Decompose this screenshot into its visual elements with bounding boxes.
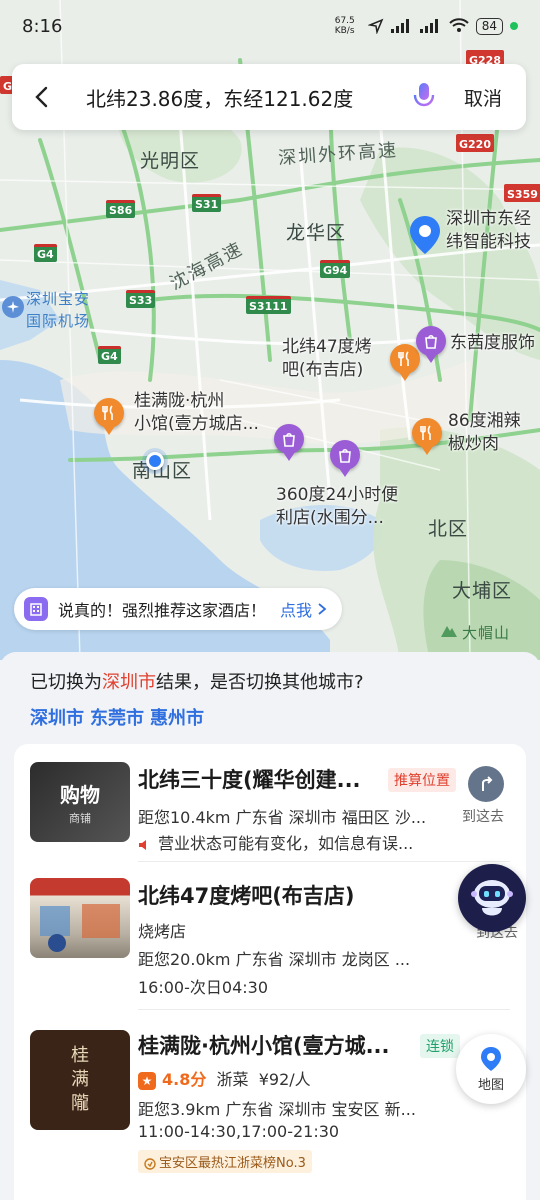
map-button-label: 地图 xyxy=(477,1077,504,1093)
wifi-icon xyxy=(449,18,469,32)
estimated-location-badge: 推算位置 xyxy=(388,768,456,792)
result-category: 烧烤店 xyxy=(138,922,187,941)
result-title: 北纬47度烤吧(布吉店) xyxy=(138,884,355,908)
microphone-icon xyxy=(413,83,435,111)
shop-pin-icon[interactable] xyxy=(330,440,360,477)
back-button[interactable] xyxy=(32,84,58,110)
district-label: 龙华区 xyxy=(286,222,347,244)
result-rating-line: ★ 4.8分 浙菜 ¥92/人 xyxy=(138,1066,311,1090)
district-label: 北区 xyxy=(428,518,469,540)
highway-shield: S33 xyxy=(126,290,156,308)
results-sheet[interactable]: 已切换为深圳市结果，是否切换其他城市? 深圳市 东莞市 惠州市 购物 商铺 北纬… xyxy=(0,652,540,1200)
poi-label-xiangla[interactable]: 86度湘辣 椒炒肉 xyxy=(448,410,521,456)
result-item[interactable]: 桂 满 隴 桂满陇·杭州小馆(壹方城... 连锁 ★ 4.8分 浙菜 ¥92/人 … xyxy=(14,1010,526,1200)
signal-2-icon xyxy=(419,19,438,33)
food-pin-icon[interactable] xyxy=(390,344,420,381)
district-label: 大埔区 xyxy=(452,580,513,602)
cancel-button[interactable]: 取消 xyxy=(464,84,512,111)
location-arrow-icon xyxy=(367,18,384,34)
navigate-label[interactable]: 到这去 xyxy=(462,806,504,826)
chain-badge: 连锁 xyxy=(420,1034,460,1058)
city-switch-prompt: 已切换为深圳市结果，是否切换其他城市? xyxy=(30,672,364,693)
result-item[interactable]: 北纬47度烤吧(布吉店) 烧烤店 距您20.0km 广东省 深圳市 龙岗区 ..… xyxy=(14,862,526,1010)
airport-label: 国际机场 xyxy=(26,312,91,330)
highway-shield: G4 xyxy=(98,346,121,364)
location-pin-icon[interactable] xyxy=(408,214,442,260)
speaker-icon xyxy=(139,839,146,850)
highway-shield: S31 xyxy=(192,194,222,212)
result-distance: 距您10.4km 广东省 深圳市 福田区 沙... xyxy=(138,808,427,827)
results-list: 购物 商铺 北纬三十度(耀华创建... 推算位置 距您10.4km 广东省 深圳… xyxy=(14,744,526,1200)
ai-assistant-button[interactable] xyxy=(458,864,526,932)
cuisine: 浙菜 xyxy=(216,1070,249,1089)
result-thumbnail: 购物 商铺 xyxy=(30,762,130,842)
district-label: 光明区 xyxy=(140,150,201,172)
city-option[interactable]: 惠州市 xyxy=(150,704,204,730)
hotel-promo-chip[interactable]: 说真的！强烈推荐这家酒店！ 点我 xyxy=(14,588,343,630)
shop-pin-icon[interactable] xyxy=(416,326,446,363)
poi-label-clothing[interactable]: 东茜度服饰 xyxy=(450,332,535,355)
current-location-icon xyxy=(142,448,168,474)
chevron-right-icon xyxy=(318,603,327,615)
highway-shield: G4 xyxy=(34,244,57,262)
robot-icon xyxy=(471,880,513,916)
result-hours: 16:00-次日04:30 xyxy=(138,978,268,997)
highway-shield: G220 xyxy=(456,134,494,152)
park-label: 大帽山 xyxy=(462,624,511,642)
result-hours: 11:00-14:30,17:00-21:30 xyxy=(138,1122,340,1141)
rating-value: 4.8分 xyxy=(162,1070,207,1089)
result-thumbnail: 桂 满 隴 xyxy=(30,1030,130,1130)
signal-icon xyxy=(390,19,409,33)
poi-label-location[interactable]: 深圳市东经 纬智能科技 xyxy=(446,208,531,254)
rating-icon: ★ xyxy=(138,1071,156,1090)
current-city: 深圳市 xyxy=(102,672,156,693)
status-bar: 8:16 67.5 KB/s 84 xyxy=(0,0,540,52)
status-time: 8:16 xyxy=(22,15,63,37)
result-title: 北纬三十度(耀华创建... xyxy=(138,768,361,792)
poi-label-bbq[interactable]: 北纬47度烤 吧(布吉店) xyxy=(282,336,372,382)
status-icons: 67.5 KB/s 84 xyxy=(335,16,518,36)
food-pin-icon[interactable] xyxy=(412,418,442,455)
back-arrow-icon xyxy=(35,86,48,108)
search-bar[interactable]: 北纬23.86度，东经121.62度 取消 xyxy=(12,64,526,130)
city-options: 深圳市 东莞市 惠州市 xyxy=(30,704,204,730)
poi-label-store24[interactable]: 360度24小时便 利店(水围分... xyxy=(276,484,398,530)
highway-shield: S359 xyxy=(504,184,540,202)
price: ¥92/人 xyxy=(258,1070,311,1089)
battery-level: 84 xyxy=(475,17,503,35)
map-pin-icon xyxy=(481,1046,501,1071)
highway-shield: S3111 xyxy=(246,296,291,314)
ranking-badge: 宝安区最热江浙菜榜No.3 xyxy=(138,1150,312,1173)
city-option[interactable]: 深圳市 xyxy=(30,704,84,730)
result-title: 桂满陇·杭州小馆(壹方城... xyxy=(138,1034,390,1058)
turn-arrow-icon xyxy=(482,776,493,791)
result-item[interactable]: 购物 商铺 北纬三十度(耀华创建... 推算位置 距您10.4km 广东省 深圳… xyxy=(14,744,526,862)
result-thumbnail xyxy=(30,878,130,958)
promo-text: 说真的！强烈推荐这家酒店！ xyxy=(58,601,267,620)
ranking-icon xyxy=(144,1157,156,1170)
result-distance: 距您3.9km 广东省 深圳市 宝安区 新... xyxy=(138,1100,416,1119)
privacy-dot xyxy=(510,22,518,30)
mountain-icon xyxy=(440,622,458,642)
search-query[interactable]: 北纬23.86度，东经121.62度 xyxy=(86,83,410,112)
highway-shield: S86 xyxy=(106,200,136,218)
promo-link[interactable]: 点我 xyxy=(280,597,312,621)
hotel-icon xyxy=(24,597,48,621)
navigate-button[interactable] xyxy=(468,766,504,802)
result-distance: 距您20.0km 广东省 深圳市 龙岗区 ... xyxy=(138,950,411,969)
food-pin-icon[interactable] xyxy=(94,398,124,435)
shop-pin-icon[interactable] xyxy=(274,424,304,461)
map-toggle-button[interactable]: 地图 xyxy=(456,1034,526,1104)
poi-label-guimanlong[interactable]: 桂满陇·杭州 小馆(壹方城店... xyxy=(134,390,259,436)
airport-icon xyxy=(2,296,24,318)
net-speed: 67.5 KB/s xyxy=(334,16,355,36)
airport-label: 深圳宝安 xyxy=(26,290,91,308)
highway-shield: G94 xyxy=(320,260,351,278)
city-option[interactable]: 东莞市 xyxy=(90,704,144,730)
result-notice: 营业状态可能有变化，如信息有误... xyxy=(138,830,413,854)
voice-search-button[interactable] xyxy=(410,80,438,114)
